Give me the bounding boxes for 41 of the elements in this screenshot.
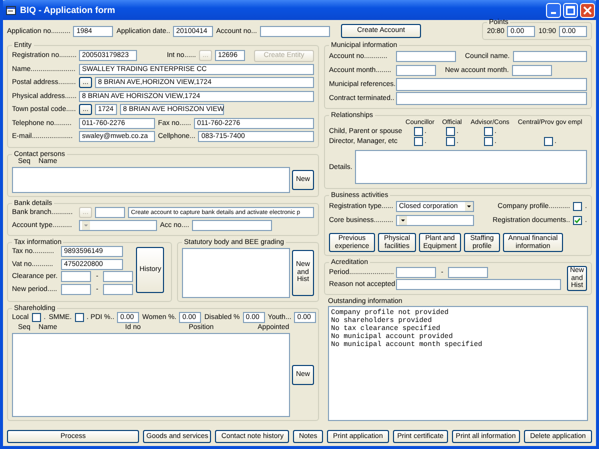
checkbox[interactable] <box>446 137 455 146</box>
text-field[interactable] <box>95 207 125 218</box>
text-field[interactable] <box>396 92 587 104</box>
text-field[interactable] <box>260 26 330 36</box>
checkbox[interactable] <box>484 137 493 146</box>
core-business-dropdown[interactable] <box>396 214 474 226</box>
text-field[interactable] <box>192 220 272 231</box>
text-field[interactable] <box>396 64 436 76</box>
maximize-icon <box>566 6 575 14</box>
text-field[interactable] <box>61 271 91 282</box>
text-field[interactable] <box>396 78 587 90</box>
text-field[interactable] <box>103 271 134 282</box>
list-box[interactable] <box>12 333 290 417</box>
checkbox[interactable] <box>544 137 553 146</box>
account-type-dropdown[interactable] <box>79 220 157 231</box>
text-field[interactable] <box>448 266 488 278</box>
minimize-button[interactable] <box>546 2 561 18</box>
checkbox[interactable] <box>484 127 493 136</box>
checkbox[interactable] <box>573 202 582 210</box>
list-box[interactable] <box>182 248 290 298</box>
text-field[interactable] <box>512 50 587 62</box>
text-field[interactable] <box>396 279 561 290</box>
checkbox[interactable] <box>573 216 582 224</box>
checkbox[interactable] <box>414 137 423 146</box>
window-title: BIQ - Application form <box>20 5 116 15</box>
checkbox[interactable] <box>446 127 455 136</box>
close-icon <box>583 6 592 14</box>
text-field[interactable] <box>396 266 436 278</box>
checkbox[interactable] <box>32 313 41 322</box>
text-field[interactable] <box>355 150 587 184</box>
text-field[interactable] <box>61 284 91 295</box>
form-icon <box>6 6 16 14</box>
checkbox[interactable] <box>414 127 423 136</box>
text-field[interactable] <box>396 50 456 62</box>
checkmark-icon <box>574 216 582 224</box>
checkbox[interactable] <box>74 313 84 322</box>
text-field[interactable] <box>103 284 134 295</box>
close-button[interactable] <box>580 2 595 18</box>
list-box[interactable] <box>12 166 290 192</box>
text-field[interactable] <box>512 64 552 76</box>
maximize-button[interactable] <box>563 2 578 18</box>
